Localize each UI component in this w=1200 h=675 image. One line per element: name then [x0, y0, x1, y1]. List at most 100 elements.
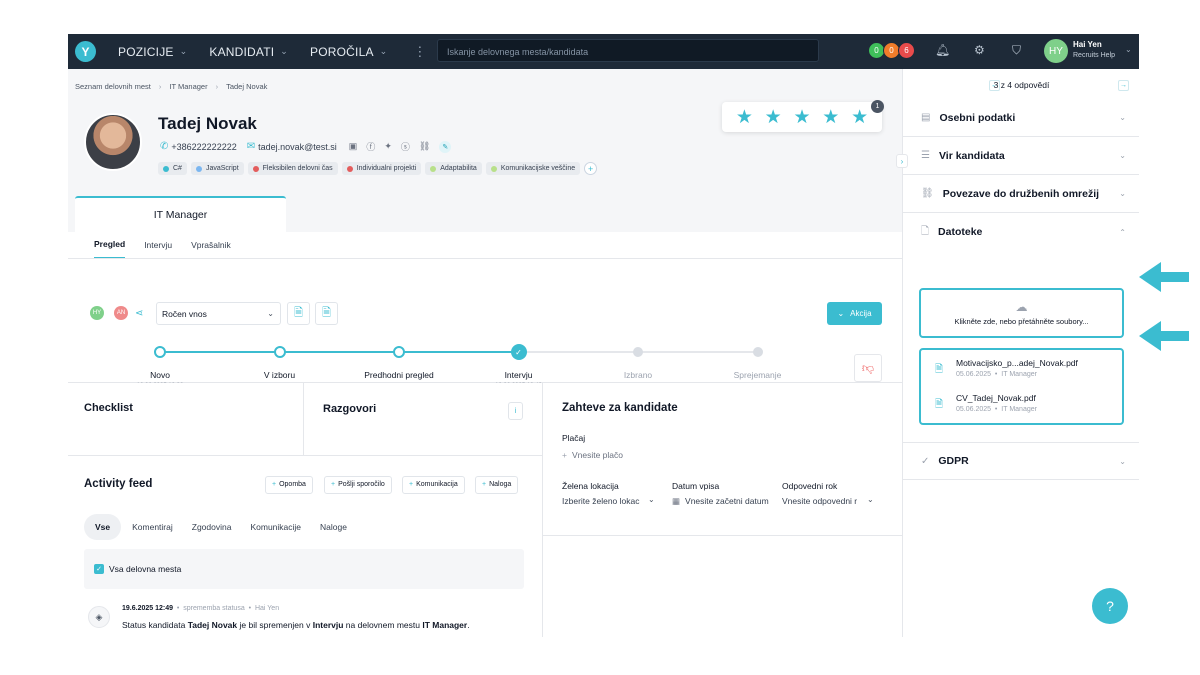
thumbs-down-icon[interactable]: 👎︎: [854, 354, 882, 382]
section-title: Povezave do družbenih omrežij: [942, 187, 1100, 200]
pipeline-stage-dot[interactable]: ✓: [510, 344, 527, 360]
file-upload-dropzone[interactable]: ☁ Klikněte zde, nebo přetáhněte soubory.…: [919, 288, 1124, 338]
section-osebni-podatki[interactable]: ▤ Osebni podatki ⌄: [903, 99, 1139, 137]
arrow-left-icon[interactable]: ←: [989, 80, 1000, 91]
user-avatar[interactable]: HY: [1044, 39, 1068, 63]
start-date-input[interactable]: ▦ Vnesite začetni datum: [672, 496, 772, 507]
star-icon[interactable]: ★: [793, 106, 810, 129]
star-icon[interactable]: ★: [851, 106, 868, 129]
pipeline-stage-dot[interactable]: [752, 347, 763, 357]
more-vertical-icon[interactable]: ⋮: [413, 44, 426, 60]
breadcrumb-item[interactable]: IT Manager: [169, 82, 207, 91]
edit-pencil-icon[interactable]: ✎: [439, 140, 452, 153]
pipeline-stage-label[interactable]: Sprejemanje: [698, 370, 818, 380]
all-jobs-checkbox-row[interactable]: ✓ Vsa delovna mesta: [84, 549, 524, 589]
tab-vprasalnik[interactable]: Vprašalnik: [191, 232, 231, 258]
tab-job-it-manager[interactable]: IT Manager: [75, 196, 286, 232]
chevron-down-icon[interactable]: ⌄: [1125, 45, 1132, 54]
add-tag-button[interactable]: +: [584, 162, 598, 175]
bell-icon[interactable]: 🔔︎: [935, 43, 950, 57]
status-change-icon: ◈: [88, 606, 110, 628]
pipeline-stage-dot[interactable]: [633, 347, 643, 357]
star-icon[interactable]: ★: [822, 106, 839, 129]
filter-zgodovina[interactable]: Zgodovina: [192, 522, 232, 532]
file-job: IT Manager: [1001, 371, 1037, 378]
location-select[interactable]: Izberite želeno lokac: [562, 496, 658, 506]
filter-komentiraj[interactable]: Komentiraj: [132, 522, 173, 532]
star-icon[interactable]: ★: [765, 106, 782, 129]
add-note-button[interactable]: + Opomba: [265, 476, 313, 494]
candidate-phone[interactable]: +386222222222: [171, 142, 236, 152]
tag-chip[interactable]: Adaptabilita: [425, 162, 482, 175]
tag-chip[interactable]: C#: [158, 162, 187, 175]
tag-chip[interactable]: Fleksibilen delovni čas: [247, 162, 338, 175]
section-title: Datoteke: [938, 226, 983, 238]
user-name[interactable]: Hai Yen: [1073, 40, 1102, 49]
tag-chip[interactable]: Individualni projekti: [341, 162, 422, 175]
chevron-down-icon: ⌄: [1119, 189, 1126, 198]
add-communication-button[interactable]: + Komunikacija: [402, 476, 465, 494]
location-label: Želena lokacija: [562, 481, 619, 491]
filter-naloge[interactable]: Naloge: [320, 522, 347, 532]
pipeline-stage-label[interactable]: Novo: [100, 370, 220, 380]
info-icon[interactable]: ⅰ: [508, 402, 523, 420]
skype-icon[interactable]: ⓢ: [401, 140, 410, 153]
rating-stars[interactable]: ★ ★ ★ ★ ★: [722, 102, 882, 132]
nav-menu-porocila[interactable]: POROČILA ⌄: [310, 45, 387, 59]
pipeline-stage-label[interactable]: Intervju: [459, 370, 579, 380]
pipeline-stage-label[interactable]: V izboru: [220, 370, 340, 380]
pipeline-stage-dot[interactable]: [393, 346, 405, 358]
send-message-button[interactable]: + Pošlji sporočilo: [324, 476, 392, 494]
assignee-avatar[interactable]: HY: [90, 306, 104, 320]
global-search-input[interactable]: Iskanje delovnega mesta/kandidata: [437, 39, 819, 62]
filter-vse[interactable]: Vse: [84, 514, 122, 540]
counter-badge-red[interactable]: 6: [898, 42, 915, 59]
collapse-sidebar-button[interactable]: ›: [896, 154, 908, 168]
annotation-arrow-icon: [1139, 262, 1161, 292]
twitter-icon[interactable]: ✦: [384, 141, 392, 152]
assignee-avatar[interactable]: AN: [114, 306, 128, 320]
pipeline-stage-label[interactable]: Izbrano: [578, 370, 698, 380]
gear-icon[interactable]: ⚙: [974, 43, 985, 57]
app-logo[interactable]: Y: [75, 41, 96, 62]
shield-icon[interactable]: ⛉: [1012, 43, 1021, 58]
server-icon: ☰: [921, 150, 930, 161]
share-icon[interactable]: ⋖: [135, 308, 143, 319]
tag-chip[interactable]: Komunikacijske veščine: [485, 162, 581, 175]
arrow-right-icon[interactable]: →: [1118, 80, 1129, 91]
source-select[interactable]: Ročen vnos ⌄: [156, 302, 281, 325]
chevron-down-icon[interactable]: ⌄: [867, 495, 874, 504]
pipeline-stage-dot[interactable]: [273, 346, 286, 358]
document-icon[interactable]: 🗎︎: [287, 302, 310, 325]
tag-chip[interactable]: JavaScript: [190, 162, 244, 175]
filter-komunikacije[interactable]: Komunikacije: [250, 522, 301, 532]
pipeline-stage-dot[interactable]: [154, 346, 166, 358]
add-task-button[interactable]: + Naloga: [475, 476, 519, 494]
notice-period-select[interactable]: Vnesite odpovedni r: [782, 496, 859, 506]
candidate-email[interactable]: tadej.novak@test.si: [258, 142, 337, 152]
document-text-icon[interactable]: 🗎︎: [315, 302, 338, 325]
chevron-down-icon[interactable]: ⌄: [648, 495, 655, 504]
akcija-button[interactable]: ⌄ Akcija: [827, 302, 882, 325]
checkbox-checked-icon[interactable]: ✓: [94, 564, 104, 574]
star-icon[interactable]: ★: [736, 106, 753, 129]
section-gdpr[interactable]: ✓ GDPR ⌄: [903, 442, 1139, 480]
tab-intervju[interactable]: Intervju: [144, 232, 172, 258]
pipeline-stage-label[interactable]: Predhodni pregled: [339, 370, 459, 380]
text-part: Status kandidata: [122, 620, 188, 630]
tab-pregled[interactable]: Pregled: [94, 231, 126, 259]
linkedin-icon[interactable]: ▣: [349, 141, 358, 152]
section-social-links[interactable]: ⛓ Povezave do družbenih omrežij ⌄: [903, 175, 1139, 213]
section-datoteke[interactable]: 🗋︎ Datoteke ⌃: [903, 213, 1139, 251]
link-icon[interactable]: ⛓: [419, 141, 430, 152]
nav-menu-kandidati[interactable]: KANDIDATI ⌄: [209, 45, 288, 59]
nav-menu-pozicije[interactable]: POZICIJE ⌄: [118, 45, 187, 59]
tag-label: C#: [173, 165, 182, 172]
section-title: Osebni podatki: [939, 111, 1016, 124]
section-vir-kandidata[interactable]: ☰ Vir kandidata ⌄: [903, 137, 1139, 175]
help-button[interactable]: ?: [1092, 588, 1128, 624]
notification-counters[interactable]: 0 0 6: [868, 42, 915, 59]
facebook-icon[interactable]: ⓕ: [366, 140, 375, 153]
salary-input[interactable]: + Vnesite plačo: [562, 450, 623, 460]
breadcrumb-item[interactable]: Seznam delovnih mest: [75, 82, 151, 91]
